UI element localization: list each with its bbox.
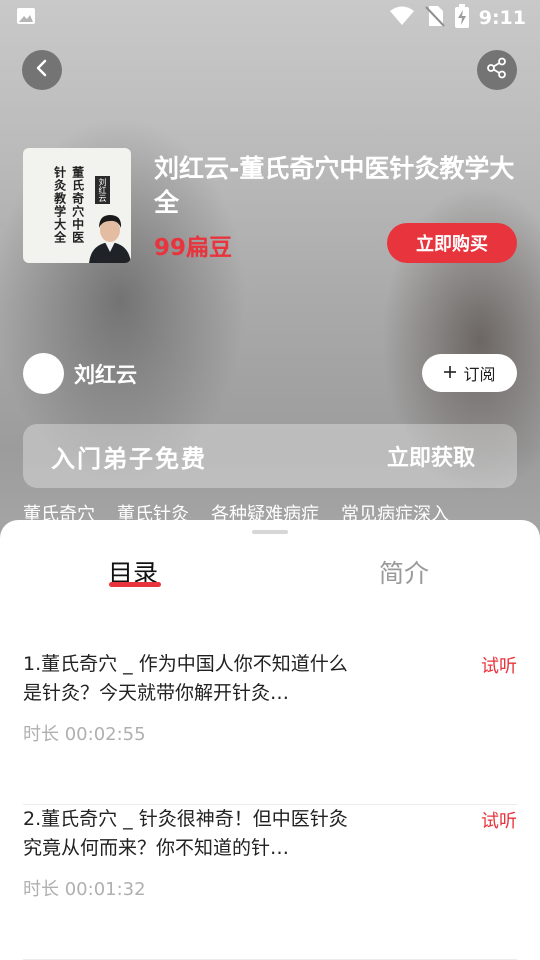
- trial-button[interactable]: 试听: [481, 652, 517, 678]
- course-title: 刘红云-董氏奇穴中医针灸教学大全: [154, 154, 515, 217]
- cover-title-line-2: 针灸教学大全: [52, 166, 67, 244]
- share-icon: [486, 57, 508, 83]
- wifi-icon: [389, 6, 415, 30]
- no-sim-icon: [425, 5, 445, 31]
- cover-portrait: [89, 210, 131, 263]
- lesson-duration: 时长 00:02:55: [23, 724, 146, 745]
- promo-banner[interactable]: 入门弟子免费 立即获取: [23, 424, 517, 488]
- cover-title-line-1: 董氏奇穴中医: [70, 166, 85, 244]
- author-name[interactable]: 刘红云: [74, 359, 137, 389]
- course-cover[interactable]: 董氏奇穴中医 针灸教学大全 刘红云: [23, 148, 131, 263]
- subscribe-button[interactable]: 订阅: [422, 354, 517, 392]
- status-bar: 9:11: [0, 0, 540, 36]
- tab-intro[interactable]: 简介: [379, 554, 429, 590]
- plus-icon: [443, 364, 457, 383]
- promo-action-button[interactable]: 立即获取: [387, 440, 475, 472]
- avatar[interactable]: [23, 353, 64, 394]
- lesson-title: 2.董氏奇穴 _ 针灸很神奇！但中医针灸究竟从何而来？你不知道的针…: [23, 808, 348, 859]
- course-price: 99扁豆: [154, 235, 233, 261]
- lesson-title: 1.董氏奇穴 _ 作为中国人你不知道什么是针灸？今天就带你解开针灸…: [23, 653, 348, 704]
- trial-button[interactable]: 试听: [481, 807, 517, 833]
- list-item[interactable]: 1.董氏奇穴 _ 作为中国人你不知道什么是针灸？今天就带你解开针灸… 试听 时长…: [23, 650, 517, 805]
- subscribe-label: 订阅: [463, 365, 496, 384]
- promo-text: 入门弟子免费: [51, 443, 207, 473]
- chevron-left-icon: [33, 59, 51, 81]
- battery-charging-icon: [454, 4, 469, 32]
- image-icon: [16, 6, 36, 30]
- list-item[interactable]: 2.董氏奇穴 _ 针灸很神奇！但中医针灸究竟从何而来？你不知道的针… 试听 时长…: [23, 805, 517, 960]
- sheet-grab-handle[interactable]: [252, 530, 288, 534]
- lesson-duration: 时长 00:01:32: [23, 879, 146, 900]
- status-time: 9:11: [478, 7, 526, 29]
- back-button[interactable]: [22, 50, 62, 90]
- tab-active-indicator: [109, 582, 161, 587]
- cover-badge: 刘红云: [95, 176, 110, 204]
- buy-now-button[interactable]: 立即购买: [387, 223, 517, 263]
- bottom-sheet: 目录 简介 1.董氏奇穴 _ 作为中国人你不知道什么是针灸？今天就带你解开针灸……: [0, 520, 540, 960]
- share-button[interactable]: [477, 50, 517, 90]
